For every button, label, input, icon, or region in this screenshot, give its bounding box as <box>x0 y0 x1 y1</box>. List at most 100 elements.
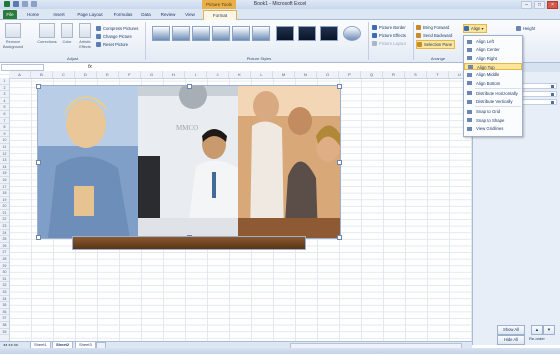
resize-handle-bottom-right[interactable] <box>337 235 342 240</box>
menu-item-snap-to-shape[interactable]: Snap to Shape <box>464 117 522 125</box>
menu-item-align-bottom[interactable]: Align Bottom <box>464 80 522 88</box>
resize-handle-bottom-left[interactable] <box>36 235 41 240</box>
resize-handle-top-right[interactable] <box>337 84 342 89</box>
row-header[interactable]: 8 <box>0 124 9 131</box>
row-header[interactable]: 23 <box>0 223 9 230</box>
row-header[interactable]: 33 <box>0 289 9 296</box>
column-header[interactable]: S <box>405 71 427 78</box>
picture-style-7[interactable] <box>276 26 294 41</box>
menu-item-align-left[interactable]: Align Left <box>464 38 522 46</box>
visibility-eye-icon[interactable] <box>551 93 554 96</box>
artistic-effects-button[interactable]: Artistic Effects <box>76 23 94 49</box>
tab-review[interactable]: Review <box>158 10 178 19</box>
column-header[interactable]: G <box>141 71 163 78</box>
row-header[interactable]: 29 <box>0 263 9 270</box>
minimize-icon[interactable]: – <box>521 1 532 9</box>
row-header[interactable]: 5 <box>0 104 9 111</box>
move-down-button[interactable]: ▼ <box>543 325 555 335</box>
row-header[interactable]: 39 <box>0 329 9 336</box>
move-up-button[interactable]: ▲ <box>531 325 543 335</box>
row-header[interactable]: 17 <box>0 184 9 191</box>
align-button[interactable]: Align ▾ <box>463 24 487 33</box>
row-header[interactable]: 9 <box>0 131 9 138</box>
visibility-eye-icon[interactable] <box>551 85 554 88</box>
close-icon[interactable]: × <box>547 1 558 9</box>
column-header[interactable]: H <box>163 71 185 78</box>
menu-item-snap-to-grid[interactable]: Snap to Grid <box>464 108 522 116</box>
column-header[interactable]: J <box>207 71 229 78</box>
picture-man-computer[interactable]: MMCO <box>138 81 250 238</box>
column-header[interactable]: B <box>31 71 53 78</box>
row-header[interactable]: 11 <box>0 144 9 151</box>
menu-item-distribute-horizontally[interactable]: Distribute Horizontally <box>464 90 522 98</box>
picture-style-5[interactable] <box>232 26 250 41</box>
row-header[interactable]: 22 <box>0 216 9 224</box>
row-header[interactable]: 27 <box>0 249 9 257</box>
column-header[interactable]: D <box>75 71 97 78</box>
row-header[interactable]: 36 <box>0 309 9 316</box>
row-header[interactable]: 6 <box>0 111 9 118</box>
row-header[interactable]: 26 <box>0 243 9 250</box>
picture-woman-headset[interactable] <box>38 86 138 238</box>
row-header[interactable]: 32 <box>0 282 9 289</box>
picture-wood-bar[interactable] <box>72 236 306 250</box>
row-header[interactable]: 2 <box>0 85 9 92</box>
tab-view[interactable]: View <box>182 10 198 19</box>
picture-style-4[interactable] <box>212 26 230 41</box>
menu-item-align-top[interactable]: Align Top <box>464 62 522 71</box>
name-box[interactable] <box>1 64 44 71</box>
remove-background-button[interactable]: Remove Background <box>3 23 23 49</box>
row-header[interactable]: 16 <box>0 177 9 184</box>
row-header[interactable]: 37 <box>0 315 9 322</box>
send-backward-button[interactable]: Send Backward <box>416 32 452 39</box>
selection-pane-button[interactable]: Selection Pane <box>416 40 456 49</box>
picture-style-9[interactable] <box>320 26 338 41</box>
row-header[interactable]: 30 <box>0 269 9 276</box>
height-field[interactable]: Height <box>516 25 535 32</box>
picture-layout-button[interactable]: Picture Layout <box>372 40 406 47</box>
tab-format[interactable]: Format <box>203 10 237 20</box>
column-header[interactable]: R <box>383 71 405 78</box>
row-header[interactable]: 4 <box>0 98 9 105</box>
show-all-button[interactable]: Show All <box>497 325 525 335</box>
column-header[interactable]: O <box>317 71 339 78</box>
selected-picture-group[interactable]: MMCO <box>36 81 342 240</box>
column-header[interactable]: K <box>229 71 251 78</box>
row-header[interactable]: 38 <box>0 322 9 329</box>
row-header[interactable]: 31 <box>0 276 9 283</box>
picture-style-2[interactable] <box>172 26 190 41</box>
menu-item-align-center[interactable]: Align Center <box>464 46 522 54</box>
column-header[interactable]: P <box>339 71 361 78</box>
row-header[interactable]: 24 <box>0 230 9 237</box>
resize-handle-top-left[interactable] <box>36 84 41 89</box>
row-header[interactable]: 12 <box>0 151 9 158</box>
row-header[interactable]: 19 <box>0 197 9 204</box>
column-header[interactable]: Q <box>361 71 383 78</box>
row-header[interactable]: 10 <box>0 137 9 144</box>
picture-style-8[interactable] <box>298 26 316 41</box>
resize-handle-top[interactable] <box>187 84 192 89</box>
tab-file[interactable]: File <box>3 10 17 19</box>
picture-style-3[interactable] <box>192 26 210 41</box>
picture-call-center-team[interactable] <box>238 86 340 238</box>
tab-formulas[interactable]: Formulas <box>110 10 136 19</box>
bring-forward-button[interactable]: Bring Forward <box>416 24 449 31</box>
row-header[interactable]: 7 <box>0 118 9 125</box>
menu-item-distribute-vertically[interactable]: Distribute Vertically <box>464 98 522 106</box>
row-header[interactable]: 18 <box>0 190 9 197</box>
visibility-eye-icon[interactable] <box>551 101 554 104</box>
row-header[interactable]: 28 <box>0 256 9 263</box>
row-header[interactable]: 20 <box>0 203 9 210</box>
row-header[interactable]: 34 <box>0 296 9 303</box>
row-header[interactable]: 25 <box>0 236 9 243</box>
row-header[interactable]: 13 <box>0 157 9 164</box>
tab-home[interactable]: Home <box>22 10 44 19</box>
picture-style-1[interactable] <box>152 26 170 41</box>
hide-all-button[interactable]: Hide All <box>497 335 525 345</box>
compress-pictures-button[interactable]: Compress Pictures <box>96 25 138 32</box>
tab-page-layout[interactable]: Page Layout <box>74 10 106 19</box>
column-header[interactable]: I <box>185 71 207 78</box>
menu-item-view-gridlines[interactable]: View Gridlines <box>464 125 522 133</box>
column-header[interactable]: E <box>97 71 119 78</box>
tab-data[interactable]: Data <box>138 10 154 19</box>
